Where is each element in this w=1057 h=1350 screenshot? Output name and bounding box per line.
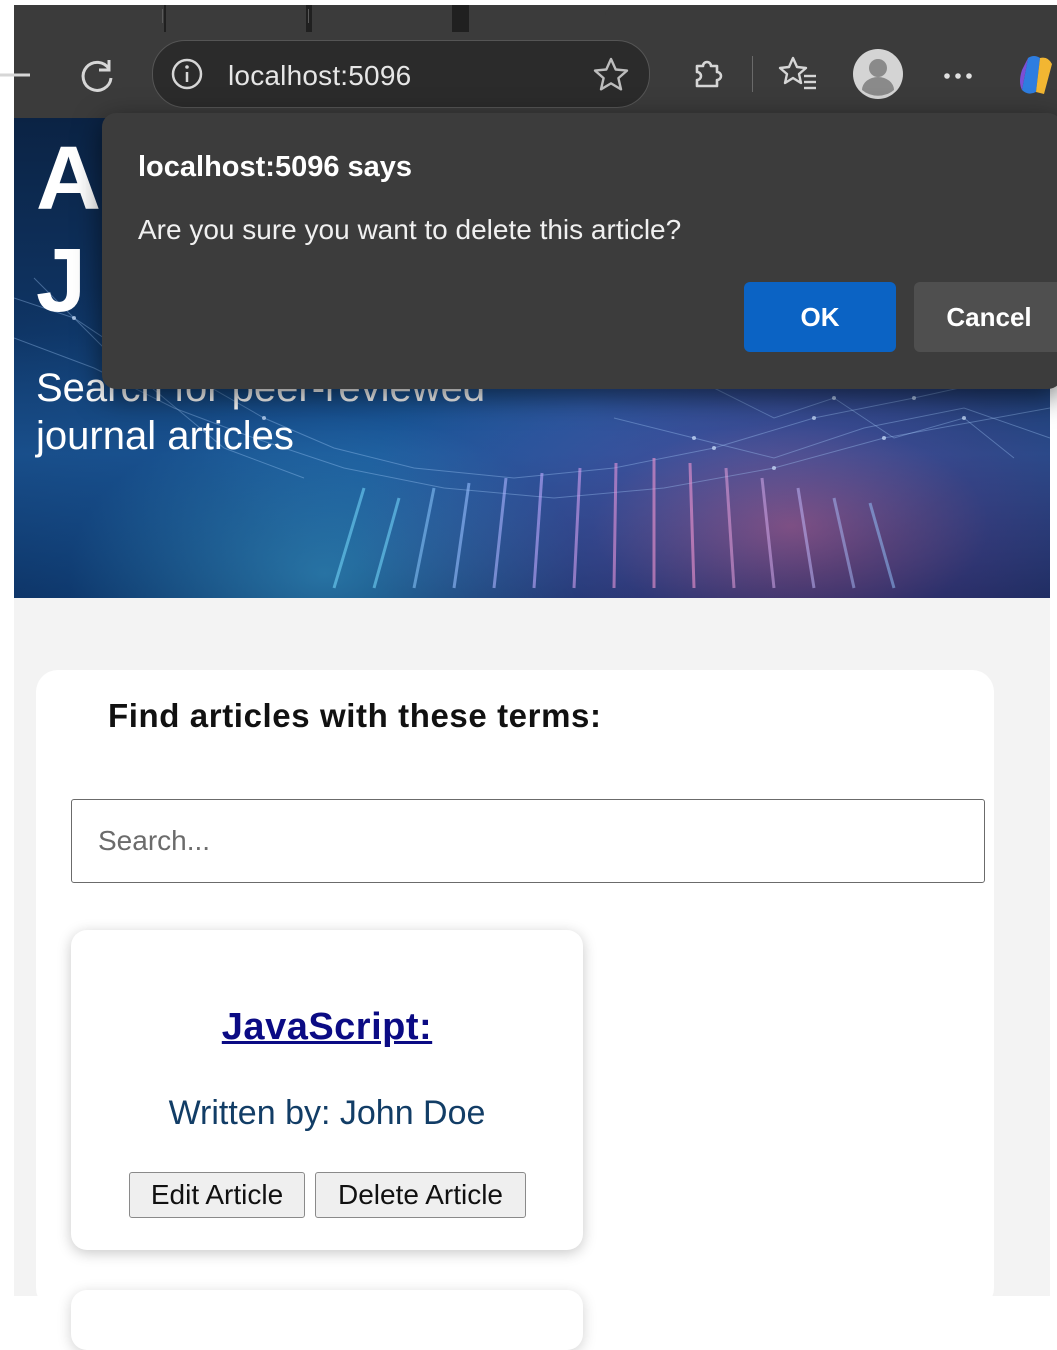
tab[interactable] — [14, 5, 164, 32]
search-input[interactable] — [71, 799, 985, 883]
ok-button[interactable]: OK — [744, 282, 896, 352]
copilot-icon[interactable] — [1014, 52, 1057, 98]
tab-divider — [308, 9, 309, 23]
star-icon[interactable] — [591, 55, 631, 95]
tab-strip — [0, 0, 1057, 32]
article-title-link[interactable]: JavaScript: — [71, 1006, 583, 1049]
address-bar[interactable]: localhost:5096 — [152, 40, 650, 108]
article-author: Written by: John Doe — [168, 1094, 486, 1132]
favorites-list-icon[interactable] — [776, 54, 820, 94]
ellipsis-icon[interactable] — [940, 58, 976, 94]
tab-bar — [14, 5, 1057, 32]
tab-divider — [162, 9, 163, 23]
refresh-icon[interactable] — [78, 56, 118, 96]
info-icon[interactable] — [170, 57, 204, 91]
tab[interactable] — [605, 5, 1057, 32]
delete-article-button[interactable]: Delete Article — [315, 1172, 526, 1218]
tab[interactable] — [166, 5, 306, 32]
article-card — [71, 1290, 583, 1350]
tab[interactable] — [312, 5, 452, 32]
confirm-dialog: localhost:5096 says Are you sure you wan… — [102, 113, 1057, 389]
back-arrow-icon[interactable] — [0, 58, 40, 92]
puzzle-icon[interactable] — [688, 54, 728, 94]
profile-avatar-icon[interactable] — [852, 48, 904, 100]
cancel-button[interactable]: Cancel — [914, 282, 1057, 352]
search-heading: Find articles with these terms: — [108, 697, 602, 734]
address-text[interactable]: localhost:5096 — [228, 60, 411, 92]
toolbar-divider — [752, 56, 753, 92]
browser-toolbar: localhost:5096 — [0, 32, 1057, 118]
search-panel: Find articles with these terms: JavaScri… — [36, 670, 994, 1350]
dialog-message: Are you sure you want to delete this art… — [138, 214, 682, 245]
dialog-title: localhost:5096 says — [138, 151, 413, 183]
tab-active[interactable] — [469, 5, 617, 32]
edit-article-button[interactable]: Edit Article — [129, 1172, 305, 1218]
article-card: JavaScript: Written by: John Doe Edit Ar… — [71, 930, 583, 1250]
